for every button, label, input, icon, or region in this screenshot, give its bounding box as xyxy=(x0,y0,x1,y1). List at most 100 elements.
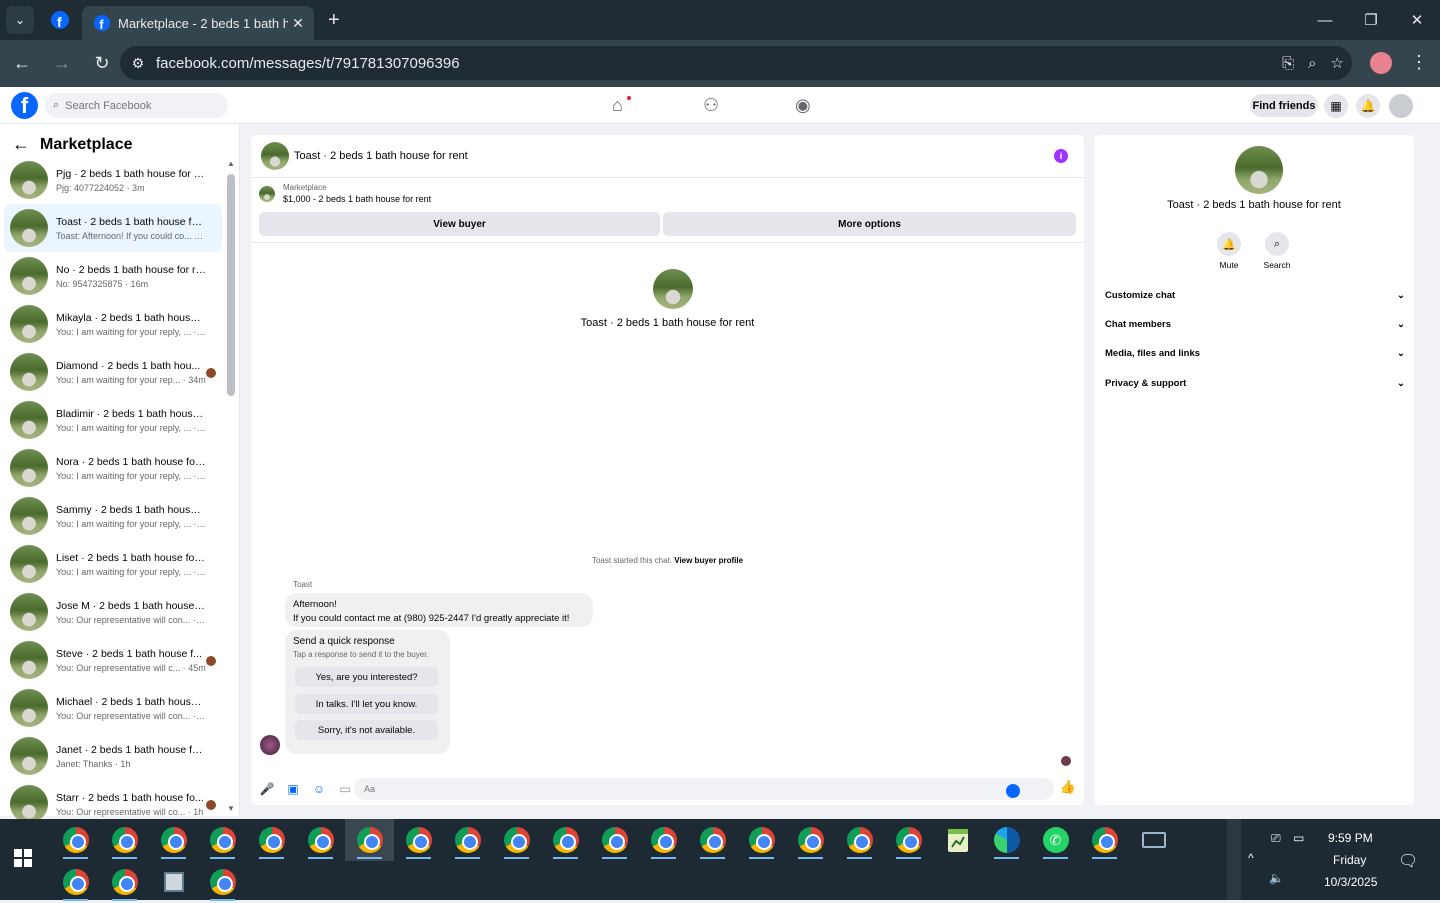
quick-response-sorry-button[interactable]: Sorry, it's not available. xyxy=(295,720,438,740)
back-icon[interactable]: ← xyxy=(4,46,40,82)
active-browser-tab[interactable]: f Marketplace - 2 beds 1 bath ho ✕ xyxy=(82,6,314,40)
clock-date[interactable]: 10/3/2025 xyxy=(1324,875,1377,889)
privacy-support-section[interactable]: Privacy & support ⌄ xyxy=(1105,378,1405,389)
chat-members-section[interactable]: Chat members ⌄ xyxy=(1105,319,1405,330)
chrome-icon[interactable] xyxy=(198,819,247,861)
list-item[interactable]: Sammy · 2 beds 1 bath house f... You: I a… xyxy=(4,492,222,540)
search-action[interactable]: ⌕ Search xyxy=(1257,232,1297,270)
chrome-icon[interactable] xyxy=(443,819,492,861)
sticker-icon[interactable]: ☺ xyxy=(307,782,331,796)
chrome-icon[interactable] xyxy=(100,819,149,861)
url-text[interactable]: facebook.com/messages/t/791781307096396 xyxy=(156,55,460,72)
chrome-icon[interactable] xyxy=(51,819,100,861)
edge-icon[interactable] xyxy=(982,819,1031,861)
message-input-box[interactable] xyxy=(354,778,1054,800)
chrome-icon[interactable] xyxy=(688,819,737,861)
account-avatar[interactable] xyxy=(1389,94,1413,118)
marketplace-listing[interactable]: Marketplace $1,000 - 2 beds 1 bath house… xyxy=(259,183,431,204)
touch-keyboard-icon[interactable] xyxy=(1129,819,1178,861)
clock-day[interactable]: Friday xyxy=(1333,853,1366,867)
find-friends-button[interactable]: Find friends xyxy=(1250,94,1318,117)
chrome-icon[interactable] xyxy=(198,861,247,903)
list-item[interactable]: Janet · 2 beds 1 bath house for ... Janet… xyxy=(4,732,222,780)
chrome-icon-active[interactable] xyxy=(345,819,394,861)
network-icon[interactable]: ▭ xyxy=(1293,831,1304,845)
chrome-icon[interactable] xyxy=(786,819,835,861)
chrome-icon[interactable] xyxy=(149,819,198,861)
list-item[interactable]: Bladimir · 2 beds 1 bath house f... You: … xyxy=(4,396,222,444)
list-item-selected[interactable]: Toast · 2 beds 1 bath house for ... Toast… xyxy=(4,204,222,252)
chrome-icon[interactable] xyxy=(639,819,688,861)
emoji-icon[interactable] xyxy=(1006,784,1020,798)
message-bubble[interactable]: Afternoon! If you could contact me at (9… xyxy=(285,593,593,627)
customize-chat-section[interactable]: Customize chat ⌄ xyxy=(1105,290,1405,301)
install-app-icon[interactable]: ⎘ xyxy=(1282,55,1294,72)
notifications-icon[interactable]: 🗨 xyxy=(1398,851,1418,871)
search-input[interactable] xyxy=(65,99,216,112)
meet-now-icon[interactable]: ⎚ xyxy=(1271,831,1281,846)
chat-title[interactable]: Toast · 2 beds 1 bath house for rent xyxy=(294,150,468,162)
chrome-icon[interactable] xyxy=(835,819,884,861)
info-icon[interactable]: i xyxy=(1054,149,1068,163)
chrome-icon[interactable] xyxy=(1080,819,1129,861)
zoom-icon[interactable]: ⌕ xyxy=(1308,55,1316,72)
view-buyer-button[interactable]: View buyer xyxy=(259,212,660,236)
back-arrow-icon[interactable]: ← xyxy=(12,134,30,155)
pinned-facebook-tab[interactable]: f xyxy=(42,2,78,38)
address-bar[interactable]: ⚙ facebook.com/messages/t/79178130709639… xyxy=(120,46,1352,80)
chrome-icon[interactable] xyxy=(247,819,296,861)
app-window-icon[interactable] xyxy=(149,861,198,903)
view-buyer-profile-link[interactable]: View buyer profile xyxy=(674,556,743,565)
whatsapp-icon[interactable]: ✆ xyxy=(1031,819,1080,861)
chrome-icon[interactable] xyxy=(884,819,933,861)
chrome-icon[interactable] xyxy=(394,819,443,861)
list-item[interactable]: Nora · 2 beds 1 bath house for ... You: I… xyxy=(4,444,222,492)
list-item[interactable]: Steve · 2 beds 1 bath house f... You: Our… xyxy=(4,636,222,684)
friends-icon[interactable]: ⚇ xyxy=(703,95,719,116)
more-options-button[interactable]: More options xyxy=(663,212,1076,236)
new-tab-button[interactable]: + xyxy=(328,9,340,32)
bookmark-star-icon[interactable]: ☆ xyxy=(1331,54,1344,72)
facebook-logo[interactable]: f xyxy=(11,92,38,119)
media-files-links-section[interactable]: Media, files and links ⌄ xyxy=(1105,348,1405,359)
facebook-search[interactable]: ⌕ xyxy=(45,93,228,118)
windows-start-icon[interactable] xyxy=(14,849,32,867)
volume-icon[interactable]: 🔈 xyxy=(1269,871,1284,885)
message-input[interactable] xyxy=(364,784,1004,794)
microphone-icon[interactable]: 🎤 xyxy=(255,782,279,796)
tab-search-button[interactable]: ⌄ xyxy=(6,6,34,34)
groups-icon[interactable]: ◉ xyxy=(795,95,811,116)
chrome-icon[interactable] xyxy=(51,861,100,903)
mute-action[interactable]: 🔔 Mute xyxy=(1209,232,1249,270)
chrome-icon[interactable] xyxy=(492,819,541,861)
minimize-icon[interactable]: — xyxy=(1302,0,1348,40)
quick-response-yes-button[interactable]: Yes, are you interested? xyxy=(295,667,438,687)
notepad-icon[interactable] xyxy=(933,819,982,861)
chrome-icon[interactable] xyxy=(590,819,639,861)
list-item[interactable]: Mikayla · 2 beds 1 bath house f... You: I… xyxy=(4,300,222,348)
chrome-icon[interactable] xyxy=(296,819,345,861)
notifications-bell-icon[interactable]: 🔔 xyxy=(1356,94,1380,118)
restore-icon[interactable]: ❐ xyxy=(1348,0,1394,40)
site-settings-icon[interactable]: ⚙ xyxy=(120,55,156,72)
home-icon[interactable]: ⌂ xyxy=(612,95,623,116)
browser-menu-icon[interactable]: ⋮ xyxy=(1410,52,1428,73)
clock-time[interactable]: 9:59 PM xyxy=(1328,831,1373,845)
page-scrollbar[interactable] xyxy=(1426,124,1440,816)
list-item[interactable]: Michael · 2 beds 1 bath house f... You: O… xyxy=(4,684,222,732)
scroll-down-arrow-icon[interactable]: ▼ xyxy=(227,804,235,813)
reload-icon[interactable]: ↻ xyxy=(84,46,120,82)
photo-icon[interactable]: ▣ xyxy=(281,782,305,796)
avatar[interactable] xyxy=(261,142,289,170)
show-hidden-icons-chevron-icon[interactable]: ^ xyxy=(1248,851,1254,865)
chrome-icon[interactable] xyxy=(737,819,786,861)
close-tab-icon[interactable]: ✕ xyxy=(288,15,308,32)
list-item[interactable]: Diamond · 2 beds 1 bath hou... You: I am … xyxy=(4,348,222,396)
list-item[interactable]: Pjg · 2 beds 1 bath house for rent Pjg: 4… xyxy=(4,156,222,204)
list-item[interactable]: No · 2 beds 1 bath house for rent No: 954… xyxy=(4,252,222,300)
list-item[interactable]: Liset · 2 beds 1 bath house for r... You:… xyxy=(4,540,222,588)
browser-profile-avatar[interactable] xyxy=(1370,52,1392,74)
forward-icon[interactable]: → xyxy=(44,46,80,82)
thumbs-up-icon[interactable]: 👍 xyxy=(1060,779,1076,795)
taskbar-scrollbar[interactable] xyxy=(1227,819,1241,900)
